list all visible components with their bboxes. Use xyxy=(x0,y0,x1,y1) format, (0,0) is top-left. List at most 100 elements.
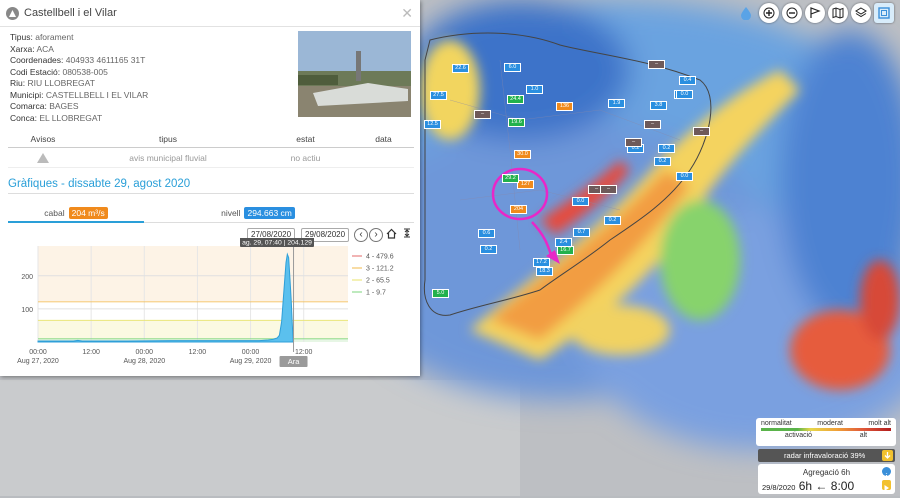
y-tick-label: 200 xyxy=(21,274,33,281)
info-value: CASTELLBELL I EL VILAR xyxy=(45,89,149,100)
station-marker-inactive[interactable]: – xyxy=(625,138,642,147)
station-marker[interactable]: 0.6 xyxy=(478,229,495,238)
station-marker[interactable]: 0.2 xyxy=(658,144,675,153)
frame-icon[interactable] xyxy=(874,3,894,23)
tab-nivell[interactable]: nivell 294.663 cm xyxy=(188,205,328,221)
station-marker[interactable]: 0.2 xyxy=(654,157,671,166)
warning-date xyxy=(353,153,414,167)
info-label: Municipi: xyxy=(10,89,44,100)
tooltip: ag. 29, 07:40 | 204.129 xyxy=(242,240,312,247)
aggregation-hours: 6h xyxy=(798,479,813,493)
x-tick-date: Aug 27, 2020 xyxy=(17,358,59,365)
legend-entry: 3 - 121.2 xyxy=(366,266,394,273)
zoom-in-icon[interactable] xyxy=(759,3,779,23)
station-marker-inactive[interactable]: – xyxy=(600,185,617,194)
x-tick-label: 00:00 xyxy=(136,349,154,356)
station-marker[interactable]: 0.2 xyxy=(604,216,621,225)
flow-badge: 204 m³/s xyxy=(68,207,108,219)
charts-title: Gràfiques - dissabte 29, agost 2020 xyxy=(8,178,191,190)
download-icon[interactable] xyxy=(882,450,893,461)
radar-text: radar infravaloració 39% xyxy=(784,451,866,460)
play-icon[interactable] xyxy=(882,480,891,491)
water-drop-icon[interactable] xyxy=(736,3,756,23)
zoom-out-icon[interactable] xyxy=(782,3,802,23)
station-marker[interactable]: 136 xyxy=(556,102,573,111)
station-info: Tipus: aforament Xarxa: ACA Coordenades:… xyxy=(10,32,148,124)
station-marker[interactable]: 0.0 xyxy=(676,172,693,181)
station-marker[interactable]: 1.9 xyxy=(608,99,625,108)
station-marker[interactable]: 16.7 xyxy=(557,246,574,255)
aggregation-title: Agregació 6h xyxy=(802,468,851,477)
station-marker[interactable]: 204 xyxy=(510,205,527,214)
station-marker[interactable]: 12.5 xyxy=(424,120,441,129)
info-value: 404933 4611165 31T xyxy=(65,55,146,65)
station-marker-inactive[interactable]: – xyxy=(693,127,710,136)
legend-entry: 2 - 65.5 xyxy=(366,278,390,285)
legend-label: alt xyxy=(859,432,868,439)
tab-cabal[interactable]: cabal 204 m³/s xyxy=(8,205,144,223)
station-marker[interactable]: 0.4 xyxy=(679,76,696,85)
aggregation-box[interactable]: Agregació 6h 29/8/2020 6h ← 8:00 xyxy=(758,464,895,494)
threshold-band xyxy=(38,320,348,339)
warnings-table: Avisos tipus estat data avis municipal f… xyxy=(8,134,414,168)
radar-bar[interactable]: radar infravaloració 39% xyxy=(758,449,895,462)
station-marker[interactable]: 127 xyxy=(517,180,534,189)
x-tick-date: Aug 28, 2020 xyxy=(123,358,165,365)
station-marker[interactable]: 0.7 xyxy=(573,228,590,237)
info-icon[interactable] xyxy=(882,467,891,478)
station-marker-inactive[interactable]: – xyxy=(648,60,665,69)
station-marker[interactable]: 19.6 xyxy=(508,118,525,127)
column-header: data xyxy=(375,134,392,144)
flag-icon[interactable] xyxy=(805,3,825,23)
station-marker[interactable]: 0.0 xyxy=(572,197,589,206)
info-value: BAGES xyxy=(49,101,79,111)
station-marker[interactable]: 1.0 xyxy=(526,85,543,94)
station-marker[interactable]: 29.2 xyxy=(502,174,519,183)
station-marker[interactable]: 27.5 xyxy=(430,91,447,100)
x-tick-date: Aug 29, 2020 xyxy=(230,358,272,365)
legend-label: normalitat xyxy=(761,420,792,427)
station-marker[interactable]: 18.3 xyxy=(536,267,553,276)
x-tick-label: 00:00 xyxy=(242,349,260,356)
legend-entry: 1 - 9.7 xyxy=(366,290,386,297)
layers-icon[interactable] xyxy=(851,3,871,23)
station-marker[interactable]: 0.0 xyxy=(676,90,693,99)
legend-label: molt alt xyxy=(868,420,891,427)
x-tick-label: 12:00 xyxy=(189,349,207,356)
station-marker[interactable]: 24.4 xyxy=(507,95,524,104)
tab-label: nivell xyxy=(221,208,241,218)
station-marker[interactable]: 30.0 xyxy=(514,150,531,159)
threshold-band xyxy=(38,246,348,302)
flow-chart[interactable]: 100 200 Ara ag. 29, 07:40 | 204.129 00:00 Aug… xyxy=(0,238,420,376)
info-label: Tipus: xyxy=(10,32,33,42)
map-icon[interactable] xyxy=(828,3,848,23)
station-photo[interactable] xyxy=(298,31,411,117)
info-label: Comarca: xyxy=(10,101,47,111)
station-marker-inactive[interactable]: – xyxy=(644,120,661,129)
info-value: aforament xyxy=(35,32,74,42)
station-marker[interactable]: 3.8 xyxy=(650,101,667,110)
info-label: Coordenades: xyxy=(10,55,64,65)
station-marker-inactive[interactable]: – xyxy=(474,110,491,119)
station-marker[interactable]: 22.6 xyxy=(452,64,469,73)
now-label: Ara xyxy=(288,357,301,366)
info-label: Conca: xyxy=(10,112,37,123)
divider xyxy=(8,193,414,194)
table-row: avis municipal fluvial no actiu xyxy=(8,148,414,168)
info-value: EL LLOBREGAT xyxy=(39,112,103,123)
column-header: estat xyxy=(296,134,315,144)
station-icon xyxy=(6,6,19,20)
legend-label: moderat xyxy=(817,420,843,427)
close-icon[interactable]: ✕ xyxy=(401,5,413,22)
x-tick-label: 00:00 xyxy=(29,349,47,356)
column-header: tipus xyxy=(159,134,177,144)
station-marker[interactable]: 0.2 xyxy=(480,245,497,254)
legend-label: activació xyxy=(784,432,813,439)
info-value: ACA xyxy=(36,43,54,54)
station-panel: Castellbell i el Vilar ✕ Tipus: aforamen… xyxy=(0,0,420,376)
station-marker[interactable]: 5.0 xyxy=(432,289,449,298)
station-marker[interactable]: 6.0 xyxy=(504,63,521,72)
y-tick-label: 100 xyxy=(21,307,33,314)
station-marker[interactable]: 17.2 xyxy=(533,258,550,267)
aggregation-time: 8:00 xyxy=(830,479,855,493)
